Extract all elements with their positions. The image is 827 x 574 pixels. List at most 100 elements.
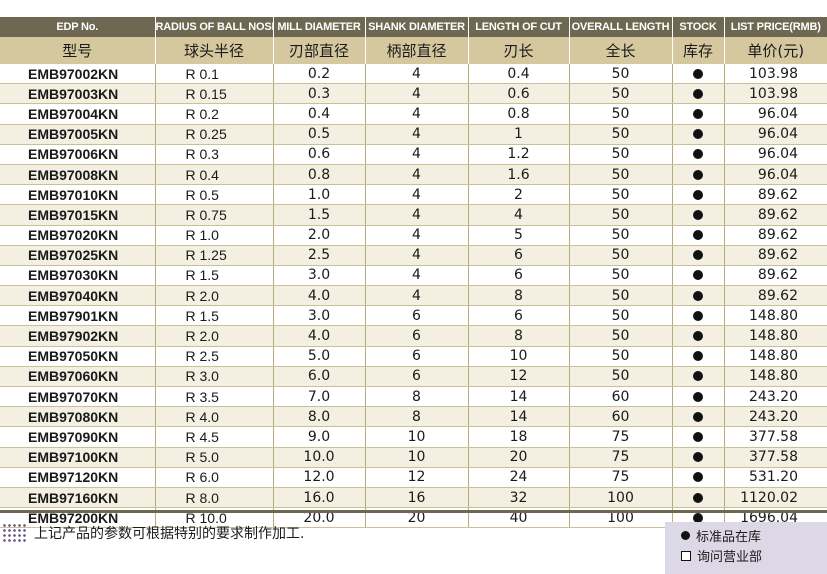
shank-diameter-cell: 8 [365, 406, 469, 428]
radius-cell: R 2.5 [155, 346, 274, 367]
overall-length-cell: 50 [569, 124, 673, 145]
edp-cell: EMB97060KN [0, 366, 156, 388]
shank-diameter-cell: 4 [365, 204, 469, 226]
edp-cell: EMB97003KN [0, 83, 156, 105]
edp-cell: EMB97015KN [0, 204, 156, 226]
radius-cell: R 5.0 [155, 447, 274, 468]
mill-diameter-cell: 3.0 [273, 265, 366, 287]
length-of-cut-cell: 5 [468, 225, 570, 246]
column-header-mill-diameter-zh: 刃部直径 [273, 37, 366, 64]
edp-cell: EMB97040KN [0, 285, 156, 307]
length-of-cut-cell: 32 [468, 487, 570, 509]
overall-length-cell: 50 [569, 325, 673, 347]
mill-diameter-cell: 2.5 [273, 245, 366, 266]
filled-circle-icon [693, 230, 703, 241]
filled-circle-icon [693, 391, 703, 402]
shank-diameter-cell: 4 [365, 245, 469, 266]
price-cell: 96.04 [724, 103, 827, 125]
radius-cell: R 8.0 [155, 487, 274, 509]
overall-length-cell: 50 [569, 305, 673, 327]
length-of-cut-cell: 6 [468, 245, 570, 266]
column-header-radius-zh: 球头半径 [155, 37, 274, 64]
edp-cell: EMB97160KN [0, 487, 156, 509]
length-of-cut-cell: 14 [468, 386, 570, 408]
price-cell: 148.80 [724, 366, 827, 388]
length-of-cut-cell: 1.6 [468, 164, 570, 186]
radius-cell: R 0.2 [155, 103, 274, 125]
table-row: EMB97070KN R 3.5 7.0 8 14 60 243.20 [0, 386, 827, 408]
legend-label-inquire: 询问营业部 [697, 550, 763, 565]
filled-circle-icon [693, 452, 703, 463]
price-cell: 96.04 [724, 124, 827, 145]
price-cell: 243.20 [724, 406, 827, 428]
table-row: EMB97080KN R 4.0 8.0 8 14 60 243.20 [0, 406, 827, 428]
edp-cell: EMB97030KN [0, 265, 156, 287]
stock-cell [672, 124, 725, 145]
radius-cell: R 2.0 [155, 285, 274, 307]
edp-cell: EMB97901KN [0, 305, 156, 327]
mill-diameter-cell: 4.0 [273, 285, 366, 307]
mill-diameter-cell: 4.0 [273, 325, 366, 347]
price-cell: 96.04 [724, 164, 827, 186]
legend-item-in-stock: 标准品在库 [681, 526, 761, 545]
overall-length-cell: 75 [569, 426, 673, 448]
column-header-overall-length: OVERALL LENGTH [569, 17, 673, 37]
footnote-text: 上记产品的参数可根据特别的要求制作加工. [34, 526, 305, 542]
overall-length-cell: 50 [569, 346, 673, 367]
length-of-cut-cell: 14 [468, 406, 570, 428]
mill-diameter-cell: 10.0 [273, 447, 366, 468]
mill-diameter-cell: 0.8 [273, 164, 366, 186]
table-row: EMB97090KN R 4.5 9.0 10 18 75 377.58 [0, 426, 827, 448]
radius-cell: R 3.5 [155, 386, 274, 408]
price-cell: 243.20 [724, 386, 827, 408]
empty-square-icon [681, 550, 691, 561]
length-of-cut-cell: 18 [468, 426, 570, 448]
radius-cell: R 0.1 [155, 64, 274, 85]
overall-length-cell: 75 [569, 467, 673, 488]
radius-cell: R 0.3 [155, 144, 274, 165]
edp-cell: EMB97050KN [0, 346, 156, 367]
filled-circle-icon [693, 331, 703, 342]
edp-cell: EMB97025KN [0, 245, 156, 266]
stock-cell [672, 204, 725, 226]
column-header-mill-diameter: MILL DIAMETER [273, 17, 366, 37]
edp-cell: EMB97008KN [0, 164, 156, 186]
overall-length-cell: 50 [569, 83, 673, 105]
shank-diameter-cell: 4 [365, 103, 469, 125]
radius-cell: R 4.0 [155, 406, 274, 428]
length-of-cut-cell: 8 [468, 285, 570, 307]
column-header-stock-zh: 库存 [672, 37, 725, 64]
table-row: EMB97005KN R 0.25 0.5 4 1 50 96.04 [0, 124, 827, 145]
mill-diameter-cell: 9.0 [273, 426, 366, 448]
stock-cell [672, 103, 725, 125]
filled-circle-icon [693, 88, 703, 99]
overall-length-cell: 50 [569, 245, 673, 266]
filled-circle-icon [693, 492, 703, 503]
stock-cell [672, 346, 725, 367]
legend-item-inquire: 询问营业部 [681, 546, 762, 565]
price-cell: 89.62 [724, 285, 827, 307]
price-cell: 89.62 [724, 184, 827, 206]
price-cell: 377.58 [724, 447, 827, 468]
filled-circle-icon [681, 531, 690, 540]
stock-cell [672, 164, 725, 186]
column-header-radius: RADIUS OF BALL NOSE [155, 17, 274, 37]
overall-length-cell: 60 [569, 386, 673, 408]
length-of-cut-cell: 4 [468, 204, 570, 226]
overall-length-cell: 50 [569, 103, 673, 125]
mill-diameter-cell: 16.0 [273, 487, 366, 509]
dot-pattern-icon [2, 523, 28, 543]
table-bottom-rule [0, 510, 827, 513]
filled-circle-icon [693, 209, 703, 220]
overall-length-cell: 50 [569, 285, 673, 307]
table-row: EMB97120KN R 6.0 12.0 12 24 75 531.20 [0, 467, 827, 488]
stock-cell [672, 64, 725, 85]
price-cell: 89.62 [724, 265, 827, 287]
radius-cell: R 2.0 [155, 325, 274, 347]
filled-circle-icon [693, 68, 703, 79]
table-row: EMB97040KN R 2.0 4.0 4 8 50 89.62 [0, 285, 827, 307]
overall-length-cell: 100 [569, 487, 673, 509]
edp-cell: EMB97070KN [0, 386, 156, 408]
length-of-cut-cell: 0.6 [468, 83, 570, 105]
table-row: EMB97006KN R 0.3 0.6 4 1.2 50 96.04 [0, 144, 827, 165]
